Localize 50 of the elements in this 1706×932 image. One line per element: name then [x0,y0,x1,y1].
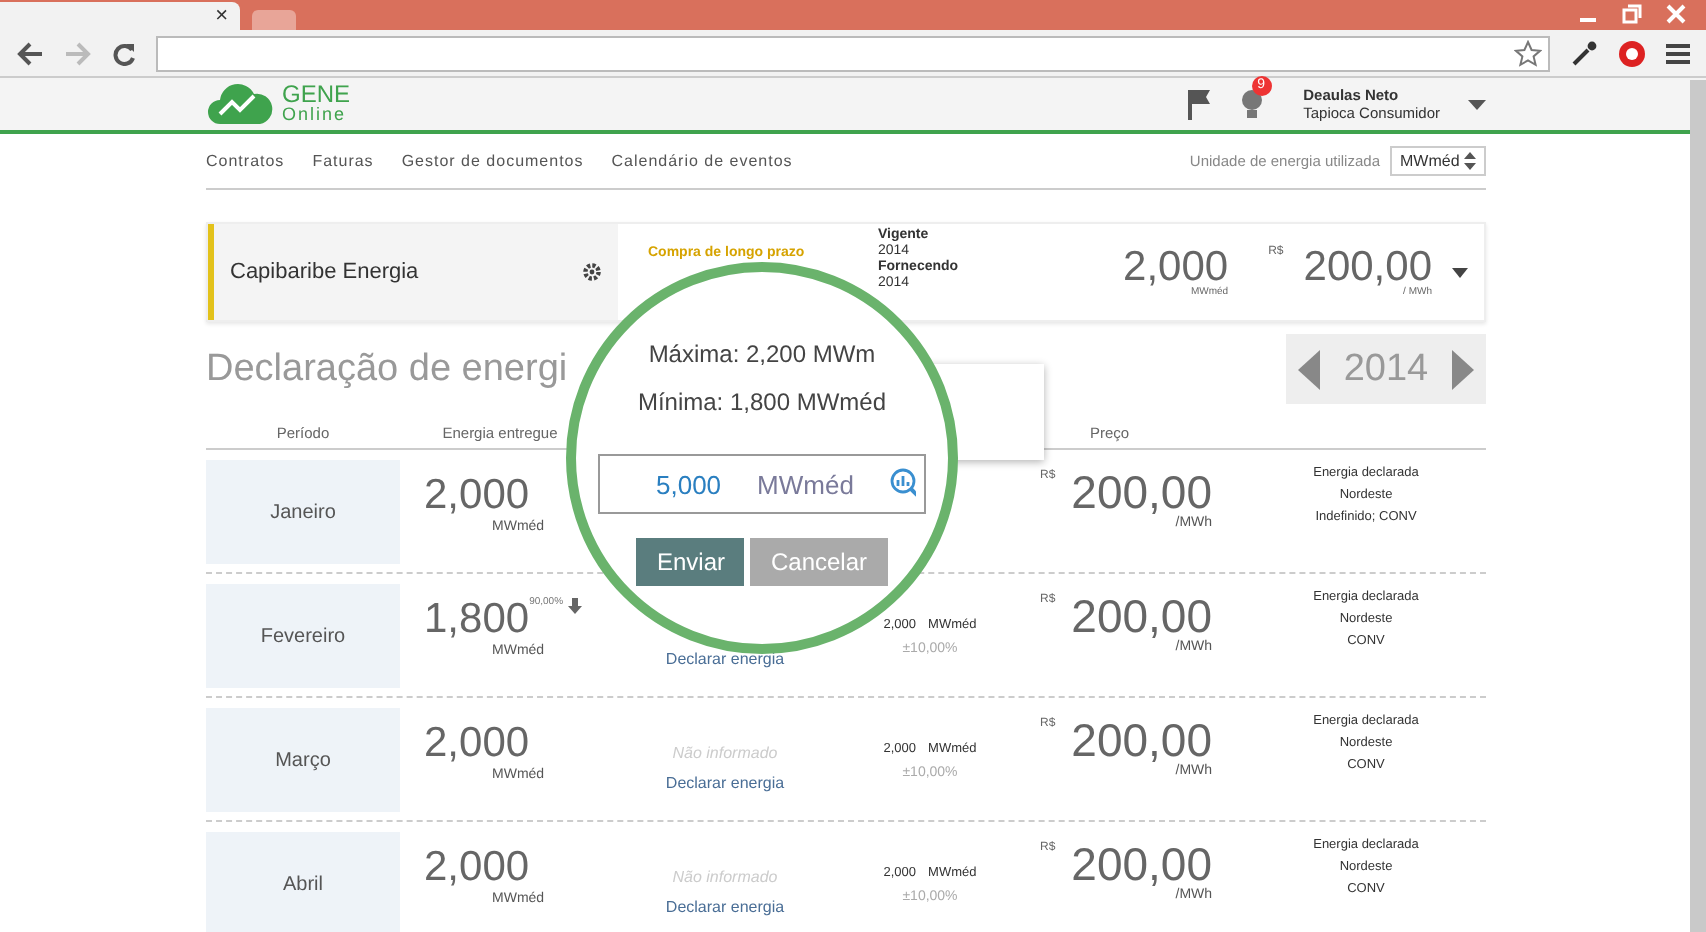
declare-energy-link[interactable]: Declarar energia [665,898,785,916]
logo-title: GENE [282,84,351,104]
delivered-energy: 1,800 [424,596,530,643]
contract-name: Capibaribe Energia [230,260,419,284]
sort-icon [1464,152,1476,170]
star-icon[interactable] [1514,39,1542,67]
unit-select[interactable]: MWméd [1390,146,1486,176]
price-value: 200,00 [1071,718,1213,764]
price-value: 200,00 [1071,470,1213,516]
minimum-text: Mínima: 1,800 MWméd [637,388,887,416]
browser-tab[interactable]: × [0,2,240,30]
declare-energy-link[interactable]: Declarar energia [665,774,785,792]
reload-icon[interactable] [112,41,136,65]
contract-energy: 2,000 [1123,246,1229,288]
close-icon[interactable] [1666,4,1686,24]
delivered-energy: 2,000 [424,720,530,767]
scrollbar[interactable] [1690,80,1706,932]
nav-link[interactable]: Faturas [312,152,374,170]
maximum-text: Máxima: 2,200 MWm [648,340,876,368]
logo-subtitle: Online [282,104,349,124]
nav-link[interactable]: Calendário de eventos [611,152,793,170]
month-cell: Abril [206,832,400,932]
price-value: 200,00 [1071,594,1213,640]
caret-icon[interactable] [1468,99,1486,109]
gear-icon[interactable] [582,262,602,282]
down-arrow-icon [567,598,582,614]
lightbulb-icon[interactable] [1239,88,1264,120]
contract-price: 200,00 [1303,246,1432,288]
next-year-icon[interactable] [1452,349,1474,389]
submit-button[interactable]: Enviar [636,538,745,586]
nav-link[interactable]: Gestor de documentos [401,152,584,170]
month-cell: Janeiro [206,460,400,564]
restore-icon[interactable] [1622,4,1642,24]
declare-energy-link[interactable]: Declarar energia [665,650,785,668]
page-title: Declaração de energi [206,347,568,391]
nav-link[interactable]: Contratos [206,152,285,170]
year-label: 2014 [1343,347,1429,391]
menu-icon[interactable] [1666,41,1690,65]
delivered-energy: 2,000 [424,472,530,519]
energy-input[interactable]: 5,000 MWméd [598,454,926,514]
previous-year-icon[interactable] [1298,349,1320,389]
back-icon[interactable] [16,41,44,65]
delivered-energy: 2,000 [424,844,530,891]
month-cell: Março [206,708,400,812]
eyedropper-icon[interactable] [1570,39,1598,67]
price-value: 200,00 [1071,842,1213,888]
caret-icon[interactable] [1452,267,1468,277]
chart-search-icon[interactable] [889,468,916,500]
month-cell: Fevereiro [206,584,400,688]
flag-icon[interactable] [1187,88,1212,120]
